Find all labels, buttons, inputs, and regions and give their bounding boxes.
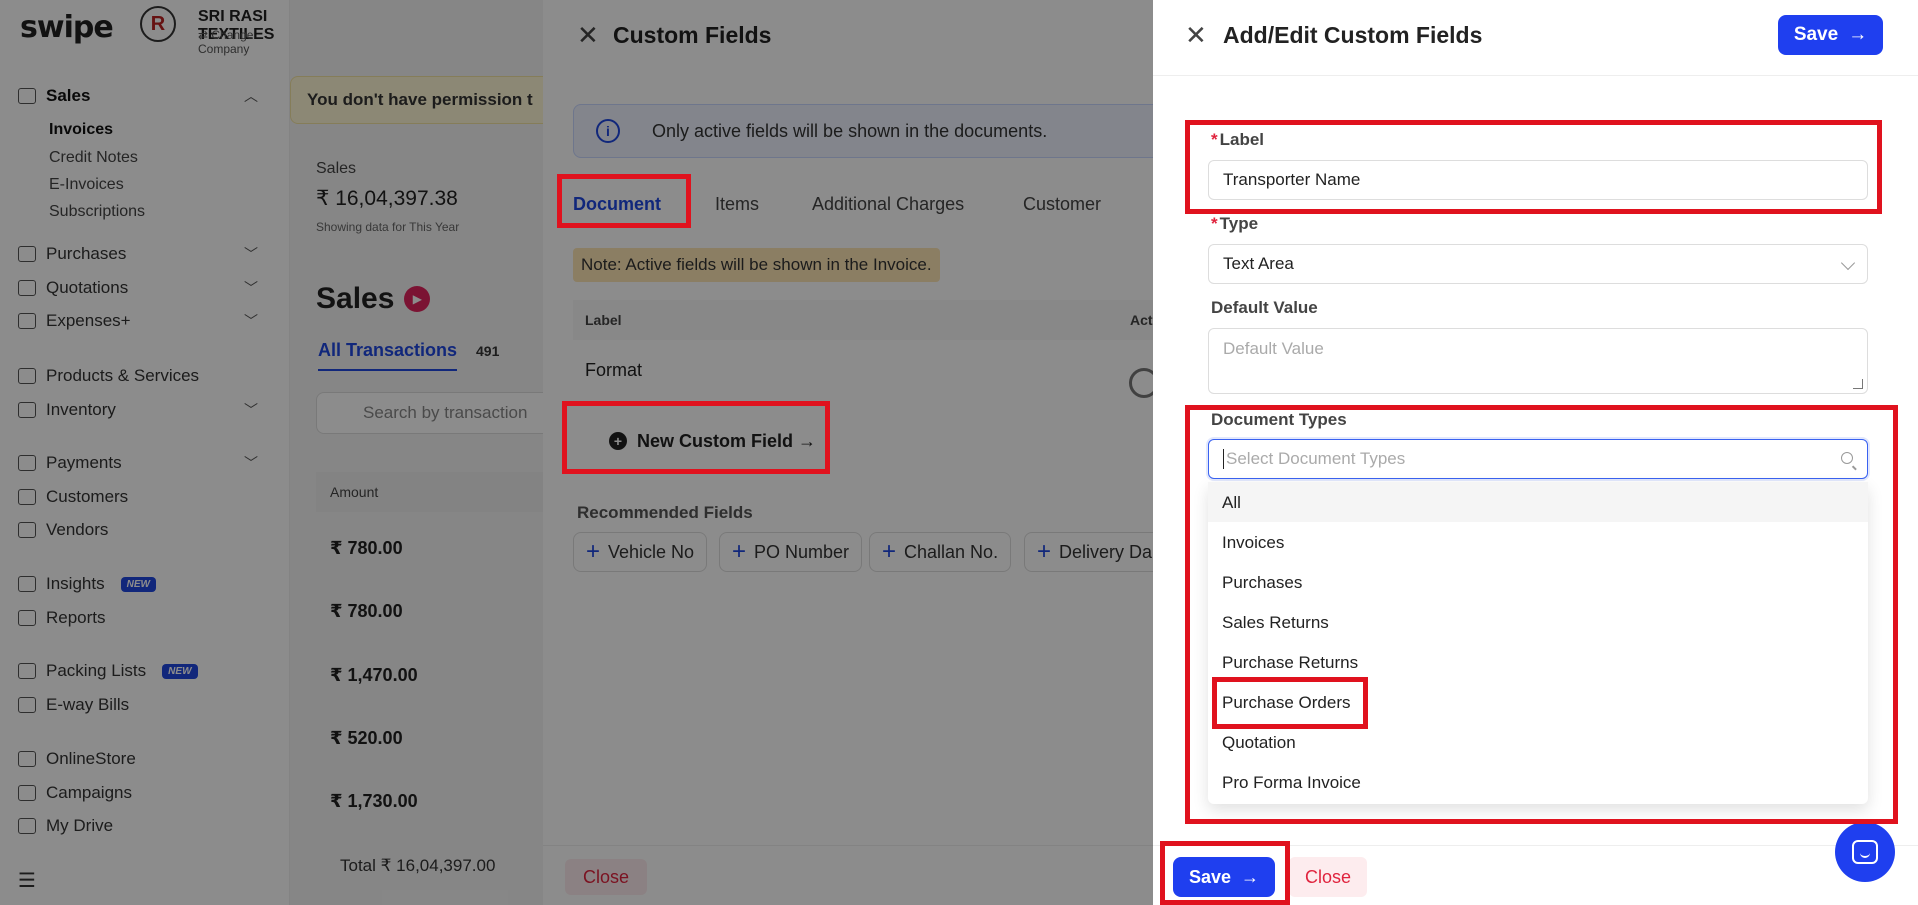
label-field-label: * Label [1211,130,1264,150]
document-types-select[interactable]: Select Document Types [1208,439,1868,479]
type-field-text: Type [1219,214,1259,233]
save-button-bottom[interactable]: Save → [1173,857,1275,897]
save-label: Save [1793,24,1839,45]
add-edit-footer: Save → Close [1153,845,1918,905]
overlay-backdrop[interactable] [0,0,543,905]
arrow-right-icon: → [1241,866,1260,887]
default-value-label: Default Value [1211,298,1318,317]
document-types-label: Document Types [1211,410,1347,429]
option-all[interactable]: All [1208,482,1868,522]
chat-support-button[interactable] [1835,822,1895,882]
option-sales-returns[interactable]: Sales Returns [1208,602,1868,642]
option-purchase-returns[interactable]: Purchase Returns [1208,642,1868,682]
option-pro-forma-invoice[interactable]: Pro Forma Invoice [1208,762,1868,802]
search-icon [1841,452,1853,464]
add-edit-drawer: ✕ Add/Edit Custom Fields Save → * Label T… [1153,0,1918,905]
add-edit-header: ✕ Add/Edit Custom Fields Save → [1153,0,1918,76]
save-label: Save [1188,866,1232,887]
close-button[interactable]: Close [1289,857,1368,897]
option-invoices[interactable]: Invoices [1208,522,1868,562]
label-input[interactable]: Transporter Name [1208,160,1868,200]
add-edit-title: Add/Edit Custom Fields [1223,22,1483,48]
chevron-down-icon [1840,255,1856,271]
type-select-value: Text Area [1223,254,1294,273]
chat-icon [1852,840,1878,864]
type-select[interactable]: Text Area [1208,244,1868,284]
required-asterisk: * [1211,214,1218,233]
option-quotation[interactable]: Quotation [1208,722,1868,762]
document-types-dropdown: All Invoices Purchases Sales Returns Pur… [1208,482,1868,804]
document-types-placeholder: Select Document Types [1226,449,1406,468]
default-value-placeholder: Default Value [1223,339,1324,358]
arrow-right-icon: → [1848,24,1868,45]
label-field-text: Label [1219,130,1265,149]
required-asterisk: * [1211,130,1218,149]
default-value-textarea[interactable]: Default Value [1208,328,1868,394]
type-field-label: * Type [1211,214,1258,234]
add-edit-form: * Label Transporter Name * Type Text Area … [1153,76,1918,846]
resize-handle[interactable] [1853,379,1863,389]
overlay-backdrop-2[interactable] [543,0,1153,905]
close-icon[interactable]: ✕ [1185,20,1207,51]
save-button-top[interactable]: Save → [1778,15,1883,55]
option-purchases[interactable]: Purchases [1208,562,1868,602]
text-caret [1223,449,1224,469]
option-purchase-orders[interactable]: Purchase Orders [1208,682,1868,722]
